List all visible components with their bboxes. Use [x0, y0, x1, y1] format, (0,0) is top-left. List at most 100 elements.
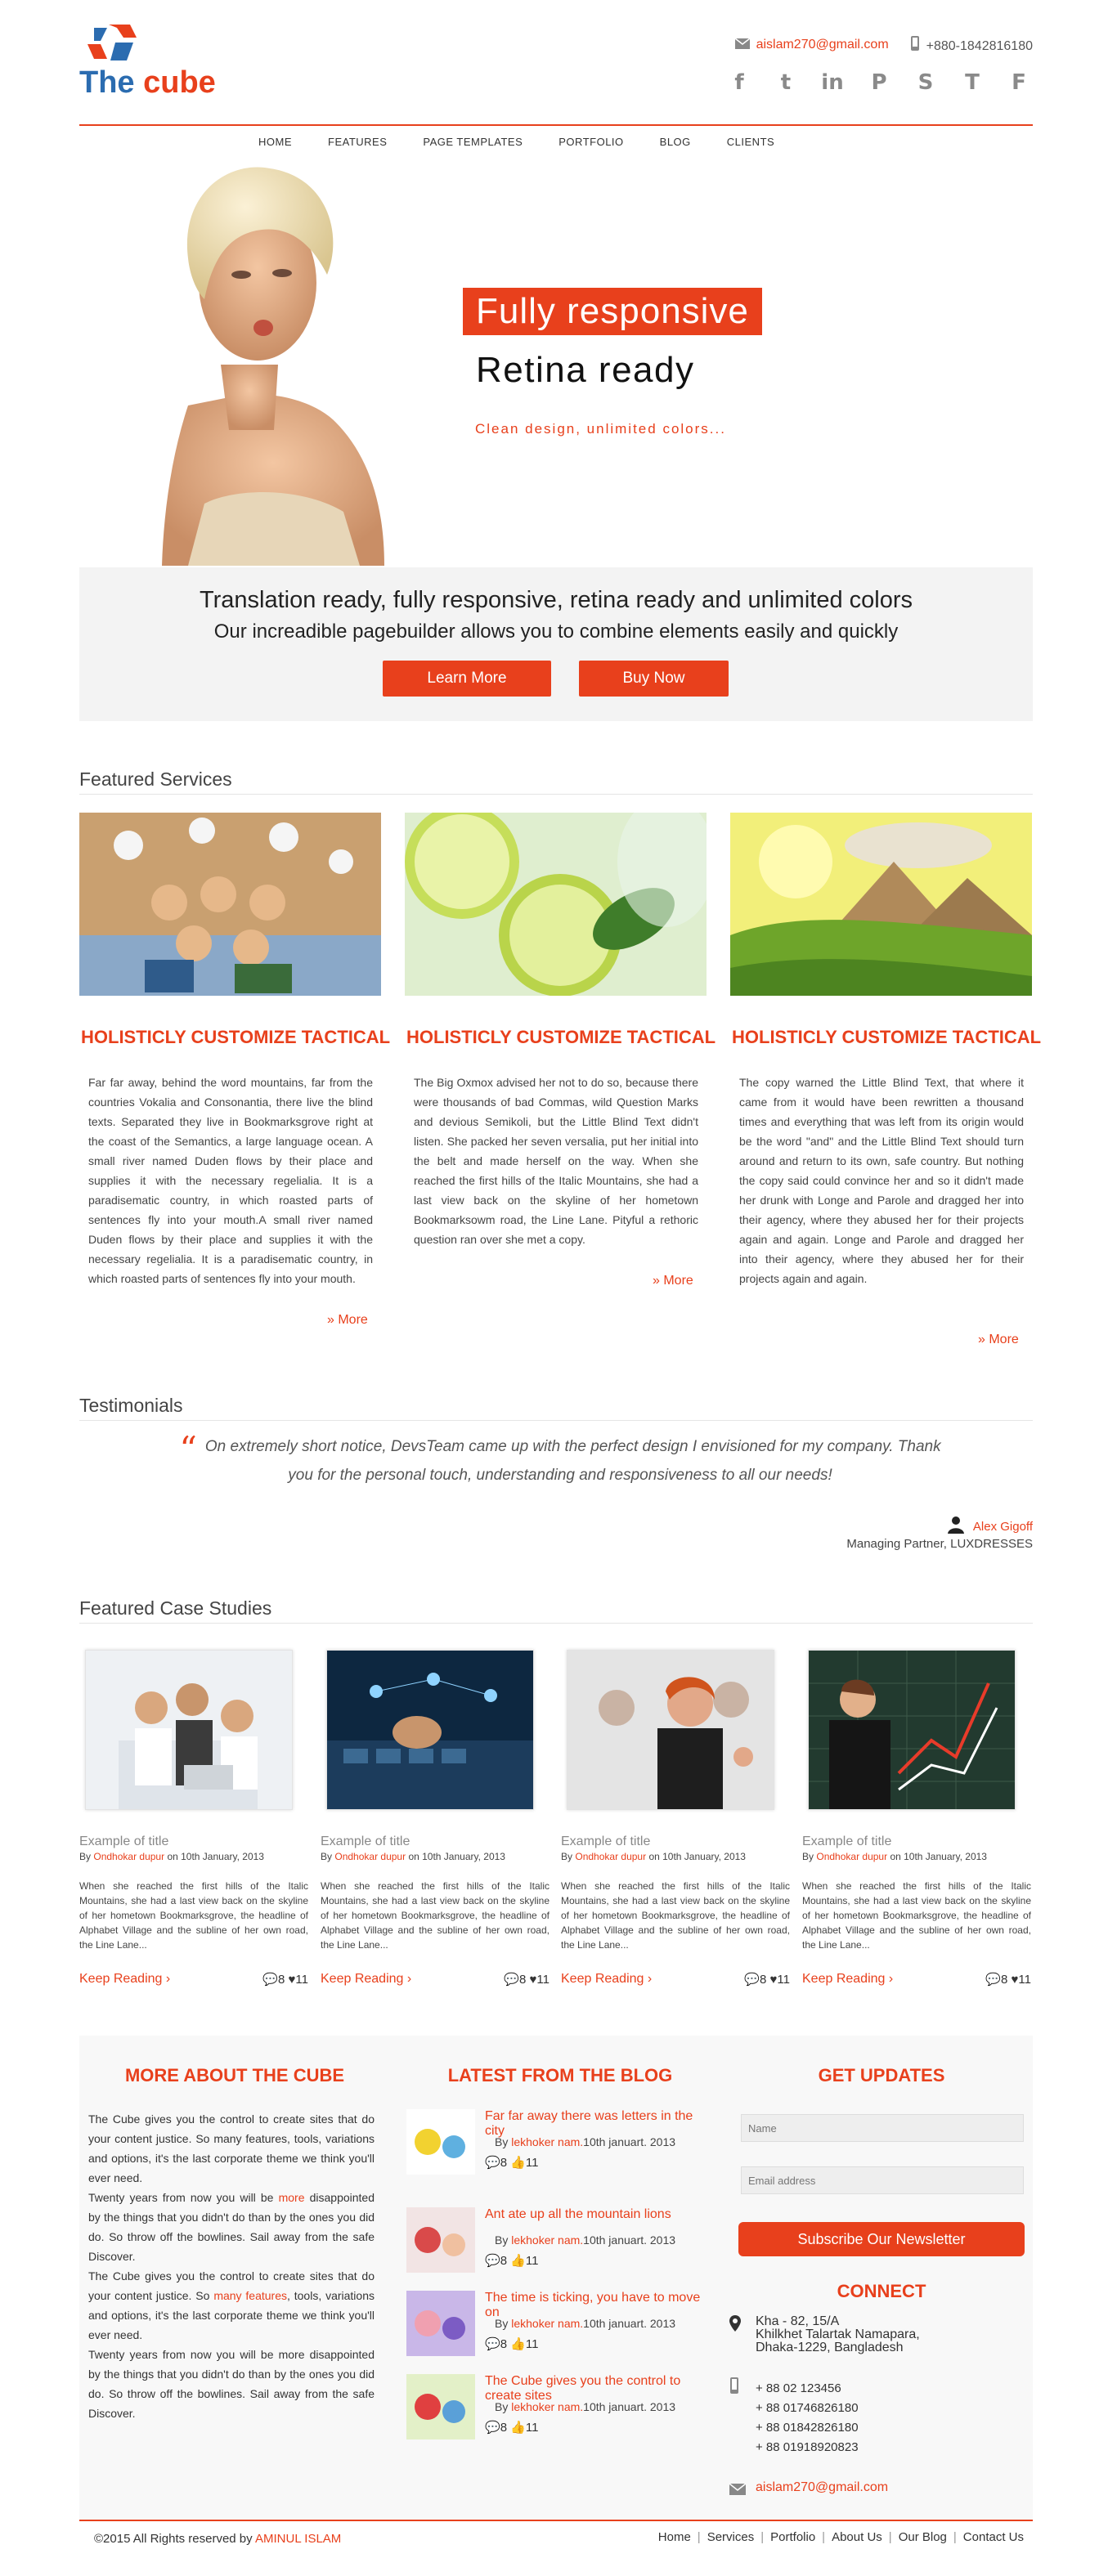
- header-email[interactable]: aislam270@gmail.com: [734, 38, 889, 52]
- buy-now-button[interactable]: Buy Now: [579, 661, 729, 697]
- location-pin-icon: [729, 2315, 741, 2332]
- nav-item-portfolio[interactable]: PORTFOLIO: [558, 136, 623, 148]
- blog-byline: By lekhoker nam.10th januart. 2013: [495, 2317, 676, 2330]
- case-footer: Keep Reading › 💬8 ♥11: [561, 1972, 790, 1987]
- linkedin-icon[interactable]: in: [819, 69, 846, 96]
- service-title: HOLISTICLY CUSTOMIZE TACTICAL: [406, 1027, 716, 1047]
- case-author-link[interactable]: Ondhokar dupur: [816, 1851, 887, 1862]
- blog-heading: LATEST FROM THE BLOG: [447, 2065, 673, 2085]
- phone-icon: [910, 36, 919, 51]
- blog-post: Ant ate up all the mountain lions By lekh…: [406, 2207, 709, 2289]
- double-chevron-icon: »: [327, 1313, 339, 1327]
- phone-list: + 88 02 123456 + 88 01746826180 + 88 018…: [756, 2381, 859, 2454]
- about-features-link[interactable]: many features: [213, 2289, 287, 2302]
- case-byline: By Ondhokar dupur on 10th January, 2013: [561, 1851, 746, 1862]
- pinterest-icon[interactable]: P: [865, 69, 893, 96]
- footer-link-about-us[interactable]: About Us: [832, 2530, 882, 2544]
- case-title[interactable]: Example of title: [79, 1835, 308, 1849]
- comment-icon: 💬: [262, 1973, 278, 1987]
- header-contact: aislam270@gmail.com +880-1842816180: [734, 36, 1033, 54]
- link-separator: |: [697, 2530, 701, 2544]
- footer-link-contact-us[interactable]: Contact Us: [963, 2530, 1024, 2544]
- case-title[interactable]: Example of title: [802, 1835, 1031, 1849]
- hero-tagline: Clean design, unlimited colors...: [475, 421, 726, 437]
- header-phone: +880-1842816180: [910, 36, 1033, 54]
- link-separator: |: [760, 2530, 765, 2544]
- promo-heading: Translation ready, fully responsive, ret…: [199, 587, 913, 613]
- about-paragraph: Twenty years from now you will be more d…: [88, 2191, 375, 2263]
- blog-stats: 💬8 👍11: [485, 2421, 539, 2435]
- learn-more-button[interactable]: Learn More: [383, 661, 551, 697]
- case-stats: 💬8 ♥11: [985, 1973, 1031, 1987]
- case-title[interactable]: Example of title: [561, 1835, 790, 1849]
- blog-stats: 💬8 👍11: [485, 2337, 539, 2351]
- case-author-link[interactable]: Ondhokar dupur: [93, 1851, 164, 1862]
- case-byline: By Ondhokar dupur on 10th January, 2013: [321, 1851, 505, 1862]
- service-text: Far far away, behind the word mountains,…: [88, 1076, 373, 1285]
- thumbs-up-icon: 👍: [510, 2337, 526, 2351]
- social-icons: f t in P S T F: [725, 69, 1033, 96]
- keep-reading-link[interactable]: Keep Reading ›: [802, 1972, 893, 1987]
- name-field[interactable]: [741, 2114, 1024, 2142]
- case-stats: 💬8 ♥11: [744, 1973, 790, 1987]
- case-author-link[interactable]: Ondhokar dupur: [575, 1851, 646, 1862]
- blog-author-link[interactable]: lekhoker nam.: [511, 2400, 583, 2413]
- twitter-icon[interactable]: t: [772, 69, 800, 96]
- footer-link-services[interactable]: Services: [707, 2530, 755, 2544]
- comment-icon: 💬: [485, 2421, 500, 2435]
- facebook-icon[interactable]: f: [725, 69, 753, 96]
- blog-post: The Cube gives you the control to create…: [406, 2374, 709, 2456]
- author-name[interactable]: Alex Gigoff: [973, 1520, 1033, 1534]
- subscribe-button[interactable]: Subscribe Our Newsletter: [738, 2222, 1025, 2256]
- keep-reading-link[interactable]: Keep Reading ›: [321, 1972, 411, 1987]
- quote-icon: “: [179, 1429, 197, 1469]
- blog-post: The time is ticking, you have to move on…: [406, 2291, 709, 2372]
- case-footer: Keep Reading › 💬8 ♥11: [802, 1972, 1031, 1987]
- footer-link-portfolio[interactable]: Portfolio: [770, 2530, 815, 2544]
- keep-reading-link[interactable]: Keep Reading ›: [561, 1972, 652, 1987]
- nav-item-home[interactable]: HOME: [258, 136, 292, 148]
- chevron-right-icon: ›: [406, 1972, 412, 1986]
- nytimes-icon[interactable]: T: [958, 69, 986, 96]
- about-more-link[interactable]: more: [279, 2191, 305, 2204]
- logo[interactable]: The cube: [79, 23, 243, 105]
- case-byline: By Ondhokar dupur on 10th January, 2013: [79, 1851, 264, 1862]
- about-heading: MORE ABOUT THE CUBE: [124, 2065, 345, 2085]
- service-title: HOLISTICLY CUSTOMIZE TACTICAL: [732, 1027, 1042, 1047]
- nav-item-blog[interactable]: BLOG: [660, 136, 691, 148]
- blog-title-link[interactable]: Far far away there was letters in the ci…: [485, 2109, 710, 2139]
- testimonial-author: Alex Gigoff Managing Partner, LUXDRESSES: [846, 1516, 1033, 1552]
- chevron-right-icon: ›: [165, 1972, 171, 1986]
- email-field[interactable]: [741, 2166, 1024, 2194]
- stumbleupon-icon[interactable]: S: [912, 69, 940, 96]
- case-excerpt: When she reached the first hills of the …: [561, 1880, 790, 1951]
- service-more-link[interactable]: » More: [653, 1274, 693, 1288]
- footer-email[interactable]: aislam270@gmail.com: [756, 2480, 888, 2495]
- blog-author-link[interactable]: lekhoker nam.: [511, 2135, 583, 2148]
- owner-link[interactable]: AMINUL ISLAM: [255, 2532, 341, 2546]
- blog-author-link[interactable]: lekhoker nam.: [511, 2233, 583, 2247]
- nav-item-page-templates[interactable]: PAGE TEMPLATES: [423, 136, 523, 148]
- footer-link-home[interactable]: Home: [658, 2530, 691, 2544]
- service-text: The Big Oxmox advised her not to do so, …: [414, 1076, 698, 1246]
- about-paragraph: Twenty years from now you will be more d…: [88, 2348, 375, 2420]
- updates-heading: GET UPDATES: [818, 2065, 945, 2085]
- hero-subtitle: Retina ready: [476, 350, 695, 390]
- chevron-right-icon: ›: [888, 1972, 894, 1986]
- blog-title-link[interactable]: Ant ate up all the mountain lions: [485, 2207, 710, 2222]
- service-more-link[interactable]: » More: [327, 1313, 368, 1328]
- blog-author-link[interactable]: lekhoker nam.: [511, 2317, 583, 2330]
- case-author-link[interactable]: Ondhokar dupur: [334, 1851, 406, 1862]
- footer-link-our-blog[interactable]: Our Blog: [899, 2530, 947, 2544]
- blog-title-link[interactable]: The time is ticking, you have to move on: [485, 2291, 710, 2320]
- foxnews-icon[interactable]: F: [1005, 69, 1033, 96]
- keep-reading-link[interactable]: Keep Reading ›: [79, 1972, 170, 1987]
- blog-title-link[interactable]: The Cube gives you the control to create…: [485, 2374, 710, 2404]
- nav-item-clients[interactable]: CLIENTS: [727, 136, 774, 148]
- case-footer: Keep Reading › 💬8 ♥11: [79, 1972, 308, 1987]
- service-more-link[interactable]: » More: [978, 1333, 1019, 1347]
- nav-item-features[interactable]: FEATURES: [328, 136, 387, 148]
- case-footer: Keep Reading › 💬8 ♥11: [321, 1972, 550, 1987]
- blog-byline: By lekhoker nam.10th januart. 2013: [495, 2400, 676, 2413]
- case-title[interactable]: Example of title: [321, 1835, 550, 1849]
